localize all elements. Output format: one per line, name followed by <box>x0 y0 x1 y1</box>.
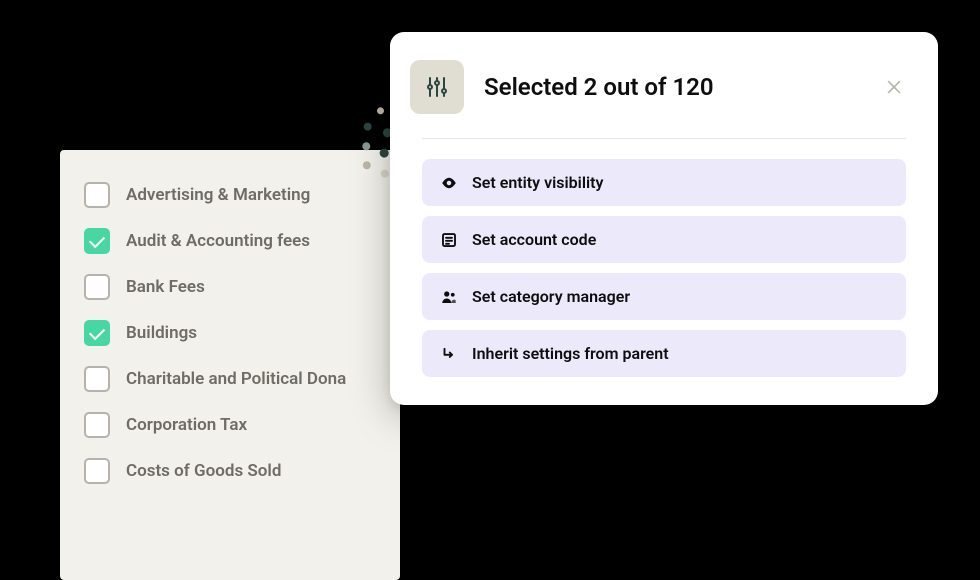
action-set-account-code[interactable]: Set account code <box>422 216 906 263</box>
list-item-label: Bank Fees <box>126 277 205 297</box>
return-icon <box>440 345 458 363</box>
list-item-label: Audit & Accounting fees <box>126 231 310 251</box>
list-item[interactable]: Audit & Accounting fees <box>84 228 376 254</box>
checkbox[interactable] <box>84 182 110 208</box>
checkbox[interactable] <box>84 412 110 438</box>
action-set-category-manager[interactable]: Set category manager <box>422 273 906 320</box>
action-inherit-from-parent[interactable]: Inherit settings from parent <box>422 330 906 377</box>
category-list-panel: Advertising & Marketing Audit & Accounti… <box>60 150 400 580</box>
list-item-label: Buildings <box>126 323 197 343</box>
list-item-label: Advertising & Marketing <box>126 185 310 205</box>
checkbox[interactable] <box>84 228 110 254</box>
bulk-actions-modal: Selected 2 out of 120 Set entity visibil… <box>390 32 938 405</box>
list-item-label: Costs of Goods Sold <box>126 461 281 481</box>
list-item[interactable]: Costs of Goods Sold <box>84 458 376 484</box>
eye-icon <box>440 174 458 192</box>
checkbox[interactable] <box>84 274 110 300</box>
action-label: Set account code <box>472 230 596 249</box>
list-item[interactable]: Corporation Tax <box>84 412 376 438</box>
filter-icon <box>410 60 464 114</box>
list-item-label: Corporation Tax <box>126 415 247 435</box>
close-button[interactable] <box>882 75 906 99</box>
modal-title: Selected 2 out of 120 <box>484 73 862 101</box>
modal-header: Selected 2 out of 120 <box>422 60 906 139</box>
list-icon <box>440 231 458 249</box>
list-item[interactable]: Advertising & Marketing <box>84 182 376 208</box>
action-label: Inherit settings from parent <box>472 344 669 363</box>
action-label: Set entity visibility <box>472 173 603 192</box>
list-item[interactable]: Bank Fees <box>84 274 376 300</box>
list-item[interactable]: Buildings <box>84 320 376 346</box>
checkbox[interactable] <box>84 366 110 392</box>
people-icon <box>440 288 458 306</box>
checkbox[interactable] <box>84 458 110 484</box>
action-set-entity-visibility[interactable]: Set entity visibility <box>422 159 906 206</box>
checkbox[interactable] <box>84 320 110 346</box>
list-item[interactable]: Charitable and Political Dona <box>84 366 376 392</box>
list-item-label: Charitable and Political Dona <box>126 369 346 389</box>
action-label: Set category manager <box>472 287 630 306</box>
